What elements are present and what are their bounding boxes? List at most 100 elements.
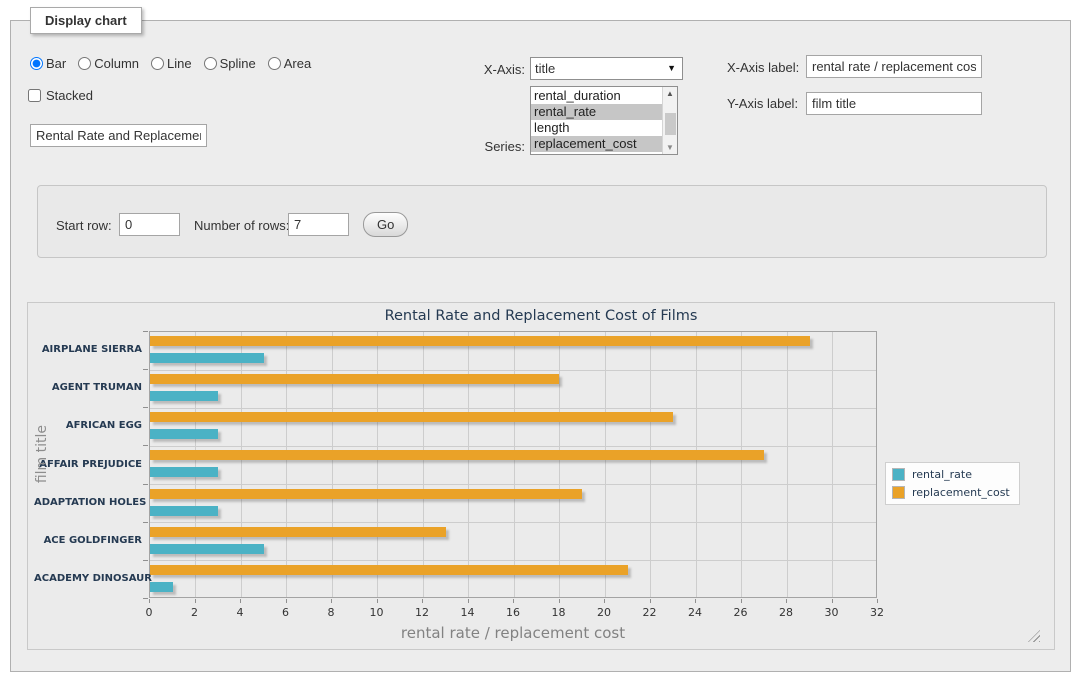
bar-rental_rate-african-egg [150, 429, 218, 439]
y-axis-tick [143, 445, 148, 446]
bar-replacement_cost-affair-prejudice [150, 450, 764, 460]
gridline [559, 332, 560, 597]
gridline [150, 370, 876, 371]
series-listbox-label: Series: [445, 139, 525, 154]
bar-replacement_cost-academy-dinosaur [150, 565, 628, 575]
x-axis-label-input[interactable] [806, 55, 982, 78]
series-scrollbar[interactable]: ▲ ▼ [662, 87, 677, 154]
x-tick-label: 2 [175, 606, 215, 619]
chart-plot-area [149, 331, 877, 598]
radio-area-input[interactable] [268, 57, 281, 70]
y-category-label: AFFAIR PREJUDICE [34, 459, 142, 470]
gridline [832, 332, 833, 597]
scroll-down-icon[interactable]: ▼ [666, 143, 674, 152]
gridline [195, 332, 196, 597]
bar-rental_rate-academy-dinosaur [150, 582, 173, 592]
y-category-label: ACADEMY DINOSAUR [34, 573, 142, 584]
start-row-input[interactable] [119, 213, 180, 236]
page: Display chart Bar Column Line Spline Are… [0, 0, 1081, 681]
radio-spline-input[interactable] [204, 57, 217, 70]
series-option-rental_duration[interactable]: rental_duration [531, 88, 662, 104]
y-category-label: ACE GOLDFINGER [34, 535, 142, 546]
chart-legend: rental_ratereplacement_cost [885, 462, 1020, 505]
radio-line-label: Line [167, 56, 192, 71]
y-category-label: ADAPTATION HOLES [34, 497, 142, 508]
go-button[interactable]: Go [363, 212, 408, 237]
bar-rental_rate-ace-goldfinger [150, 544, 264, 554]
bar-rental_rate-affair-prejudice [150, 467, 218, 477]
radio-column-input[interactable] [78, 57, 91, 70]
resize-grip-icon[interactable] [1028, 630, 1040, 642]
gridline [150, 408, 876, 409]
gridline [650, 332, 651, 597]
bar-rental_rate-airplane-sierra [150, 353, 264, 363]
scroll-up-icon[interactable]: ▲ [666, 89, 674, 98]
chart-container: Rental Rate and Replacement Cost of Film… [27, 302, 1055, 650]
gridline [332, 332, 333, 597]
x-axis-tick [468, 599, 469, 603]
series-listbox-options: rental_durationrental_ratelengthreplacem… [531, 87, 662, 154]
series-listbox[interactable]: rental_durationrental_ratelengthreplacem… [530, 86, 678, 155]
x-axis-tick [377, 599, 378, 603]
radio-bar-input[interactable] [30, 57, 43, 70]
legend-item-replacement_cost: replacement_cost [892, 486, 1010, 499]
radio-area[interactable]: Area [268, 56, 311, 71]
num-rows-input[interactable] [288, 213, 349, 236]
y-axis-tick [143, 369, 148, 370]
legend-label: replacement_cost [912, 486, 1010, 499]
radio-column[interactable]: Column [78, 56, 139, 71]
x-axis-tick [786, 599, 787, 603]
bar-replacement_cost-ace-goldfinger [150, 527, 446, 537]
x-axis-tick [195, 599, 196, 603]
chart-type-radio-group: Bar Column Line Spline Area [30, 56, 319, 71]
radio-line-input[interactable] [151, 57, 164, 70]
stacked-row: Stacked [28, 88, 93, 103]
x-tick-label: 22 [630, 606, 670, 619]
y-category-label: AFRICAN EGG [34, 420, 142, 431]
gridline [241, 332, 242, 597]
bar-replacement_cost-airplane-sierra [150, 336, 810, 346]
fieldset-legend: Display chart [30, 7, 142, 34]
y-axis-tick [143, 598, 148, 599]
x-axis-tick [832, 599, 833, 603]
gridline [150, 484, 876, 485]
x-tick-label: 16 [493, 606, 533, 619]
y-axis-tick [143, 407, 148, 408]
x-tick-label: 4 [220, 606, 260, 619]
x-axis-select-label: X-Axis: [445, 62, 525, 77]
gridline [150, 522, 876, 523]
series-option-length[interactable]: length [531, 120, 662, 136]
x-tick-label: 14 [448, 606, 488, 619]
legend-swatch-icon [892, 468, 905, 481]
bar-replacement_cost-agent-truman [150, 374, 559, 384]
x-tick-label: 24 [675, 606, 715, 619]
series-option-rental_rate[interactable]: rental_rate [531, 104, 662, 120]
y-axis-label-input[interactable] [806, 92, 982, 115]
x-axis-tick [604, 599, 605, 603]
x-tick-label: 6 [266, 606, 306, 619]
x-axis-select-wrap: title ▼ [530, 57, 683, 80]
radio-bar[interactable]: Bar [30, 56, 66, 71]
gridline [696, 332, 697, 597]
x-axis-tick [741, 599, 742, 603]
stacked-checkbox[interactable] [28, 89, 41, 102]
y-category-label: AGENT TRUMAN [34, 382, 142, 393]
radio-line[interactable]: Line [151, 56, 192, 71]
chart-title-input[interactable] [30, 124, 207, 147]
gridline [150, 446, 876, 447]
series-option-replacement_cost[interactable]: replacement_cost [531, 136, 662, 152]
y-axis-tick [143, 560, 148, 561]
x-tick-label: 20 [584, 606, 624, 619]
num-rows-label: Number of rows: [194, 218, 289, 233]
x-axis-tick [513, 599, 514, 603]
x-tick-label: 30 [812, 606, 852, 619]
stacked-label: Stacked [46, 88, 93, 103]
radio-spline[interactable]: Spline [204, 56, 256, 71]
x-axis-select[interactable]: title [530, 57, 683, 80]
y-axis-label-field-label: Y-Axis label: [727, 96, 798, 111]
chart-y-axis-title: film title [34, 425, 50, 483]
radio-spline-label: Spline [220, 56, 256, 71]
scrollbar-thumb[interactable] [665, 113, 676, 135]
radio-area-label: Area [284, 56, 311, 71]
x-tick-label: 18 [539, 606, 579, 619]
